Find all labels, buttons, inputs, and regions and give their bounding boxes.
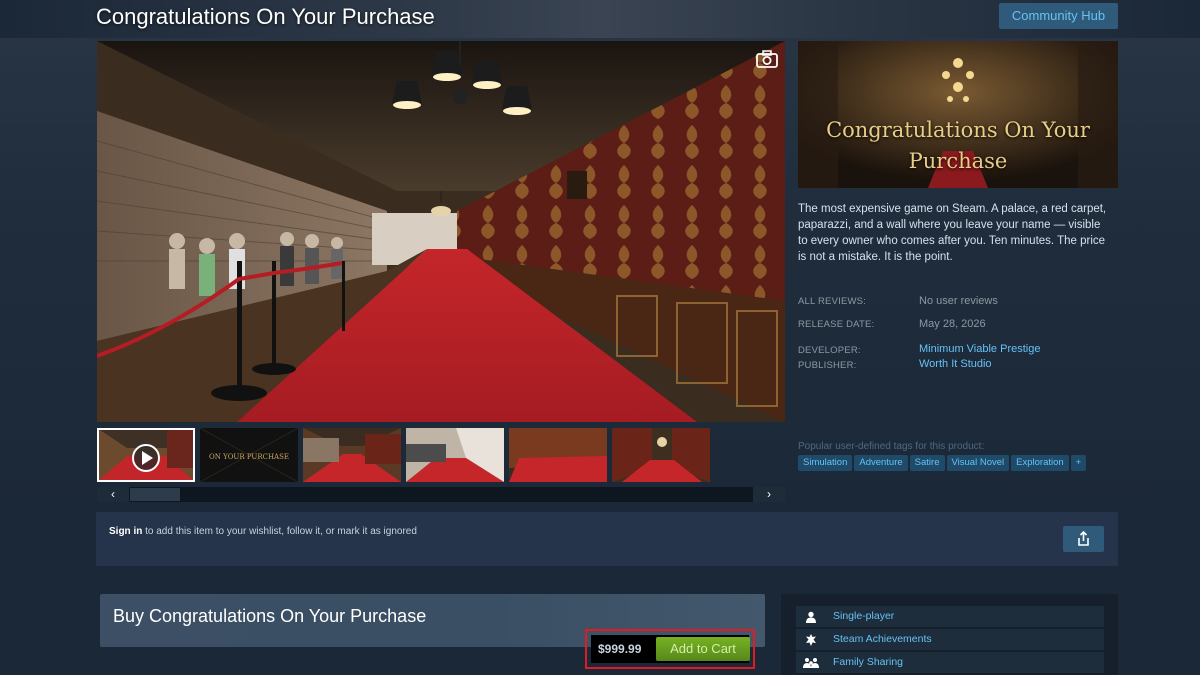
thumbnail-title-card[interactable]: ON YOUR PURCHASE [200, 428, 298, 482]
signin-bar: Sign in to add this item to your wishlis… [96, 512, 1118, 566]
page-title: Congratulations On Your Purchase [96, 4, 435, 29]
share-button[interactable] [1063, 526, 1104, 552]
achievement-icon [796, 629, 826, 650]
developer-label: DEVELOPER: [798, 345, 861, 356]
thumbnail-hallway-4[interactable] [612, 428, 710, 482]
signin-text: to add this item to your wishlist, follo… [142, 526, 417, 537]
game-description: The most expensive game on Steam. A pala… [798, 203, 1107, 263]
purchase-action-highlight: $999.99 Add to Cart [585, 629, 755, 669]
purchase-action: $999.99 Add to Cart [591, 635, 750, 663]
features-panel: Single-player Steam Achievements Family … [781, 594, 1118, 675]
tag-simulation[interactable]: Simulation [798, 455, 853, 471]
signin-link[interactable]: Sign in [109, 526, 142, 537]
feature-label: Single-player [833, 610, 895, 622]
release-date-label: RELEASE DATE: [798, 319, 875, 330]
feature-label: Steam Achievements [833, 633, 932, 645]
thumbnail-hallway-3[interactable] [509, 428, 607, 482]
thumbnail-strip: ON YOUR PURCHASE [97, 426, 785, 484]
scroll-left-button[interactable]: ‹ [97, 487, 129, 502]
developer-link[interactable]: Minimum Viable Prestige [919, 343, 1040, 355]
main-screenshot[interactable] [97, 41, 785, 422]
community-hub-button[interactable]: Community Hub [999, 3, 1118, 29]
scroll-thumb[interactable] [130, 488, 180, 501]
capsule-title-line-1: Congratulations On Your [826, 118, 1090, 142]
thumb-caption: ON YOUR PURCHASE [209, 453, 289, 461]
capsule-title: Congratulations On Your Purchase [798, 115, 1118, 177]
tag-list: Simulation Adventure Satire Visual Novel… [798, 455, 1087, 471]
reviews-label: ALL REVIEWS: [798, 296, 867, 307]
tags-label: Popular user-defined tags for this produ… [798, 441, 985, 452]
purchase-title: Buy Congratulations On Your Purchase [113, 606, 427, 626]
release-date-value: May 28, 2026 [919, 318, 986, 330]
thumbnail-scrollbar[interactable]: ‹ › [97, 487, 785, 502]
scroll-right-button[interactable]: › [753, 487, 785, 502]
tag-adventure[interactable]: Adventure [854, 455, 908, 471]
tag-visual-novel[interactable]: Visual Novel [946, 455, 1010, 471]
signin-message: Sign in to add this item to your wishlis… [109, 526, 417, 537]
header-capsule-image: Congratulations On Your Purchase [798, 41, 1118, 188]
hallway-scene [97, 41, 785, 422]
thumbnail-hallway-1[interactable] [303, 428, 401, 482]
share-icon [1078, 530, 1089, 546]
feature-single-player[interactable]: Single-player [796, 606, 1104, 627]
tag-exploration[interactable]: Exploration [1011, 455, 1069, 471]
camera-icon[interactable] [756, 50, 778, 68]
capsule-title-line-2: Purchase [908, 149, 1008, 173]
feature-label: Family Sharing [833, 656, 904, 668]
user-icon [796, 606, 826, 627]
add-to-cart-button[interactable]: Add to Cart [656, 637, 750, 661]
feature-steam-achievements[interactable]: Steam Achievements [796, 629, 1104, 650]
thumbnail-hallway-2[interactable] [406, 428, 504, 482]
thumbnail-video[interactable] [97, 428, 195, 482]
feature-family-sharing[interactable]: Family Sharing [796, 652, 1104, 673]
tag-more-button[interactable]: + [1070, 455, 1087, 471]
reviews-value: No user reviews [919, 295, 998, 307]
price: $999.99 [598, 642, 642, 656]
publisher-link[interactable]: Worth It Studio [919, 358, 992, 370]
publisher-label: PUBLISHER: [798, 360, 857, 371]
tag-satire[interactable]: Satire [909, 455, 945, 471]
family-icon [796, 652, 826, 673]
